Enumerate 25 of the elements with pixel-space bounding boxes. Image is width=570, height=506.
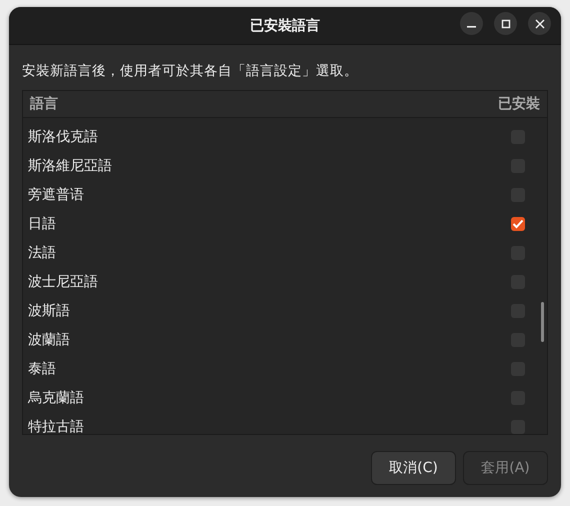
scrollbar-thumb[interactable] — [541, 302, 544, 342]
window-title: 已安裝語言 — [250, 16, 320, 34]
dialog-button[interactable]: 取消(C) — [371, 451, 456, 485]
maximize-icon — [500, 18, 510, 28]
language-name: 斯洛維尼亞語 — [28, 156, 112, 174]
close-button[interactable] — [528, 12, 551, 35]
installed-checkbox[interactable] — [511, 216, 525, 230]
column-header[interactable]: 已安裝 — [498, 95, 540, 113]
language-name: 波蘭語 — [28, 330, 70, 348]
minimize-icon — [467, 26, 476, 28]
installed-checkbox[interactable] — [511, 420, 525, 434]
close-icon — [534, 18, 544, 28]
language-name: 法語 — [28, 244, 56, 262]
language-name: 特拉古語 — [28, 418, 84, 434]
language-name: 波士尼亞語 — [28, 272, 98, 290]
language-name: 泰語 — [28, 360, 56, 378]
language-name: 波斯語 — [28, 302, 70, 320]
language-name: 旁遮普语 — [28, 186, 84, 204]
column-header[interactable]: 語言 — [30, 95, 58, 113]
language-name: 日語 — [28, 214, 56, 232]
language-name: 烏克蘭語 — [28, 388, 84, 406]
language-name: 斯洛伐克語 — [28, 128, 98, 146]
minimize-button[interactable] — [460, 12, 483, 35]
maximize-button[interactable] — [494, 12, 517, 35]
description-text: 安裝新語言後，使用者可於其各自「語言設定」選取。 — [22, 62, 359, 80]
